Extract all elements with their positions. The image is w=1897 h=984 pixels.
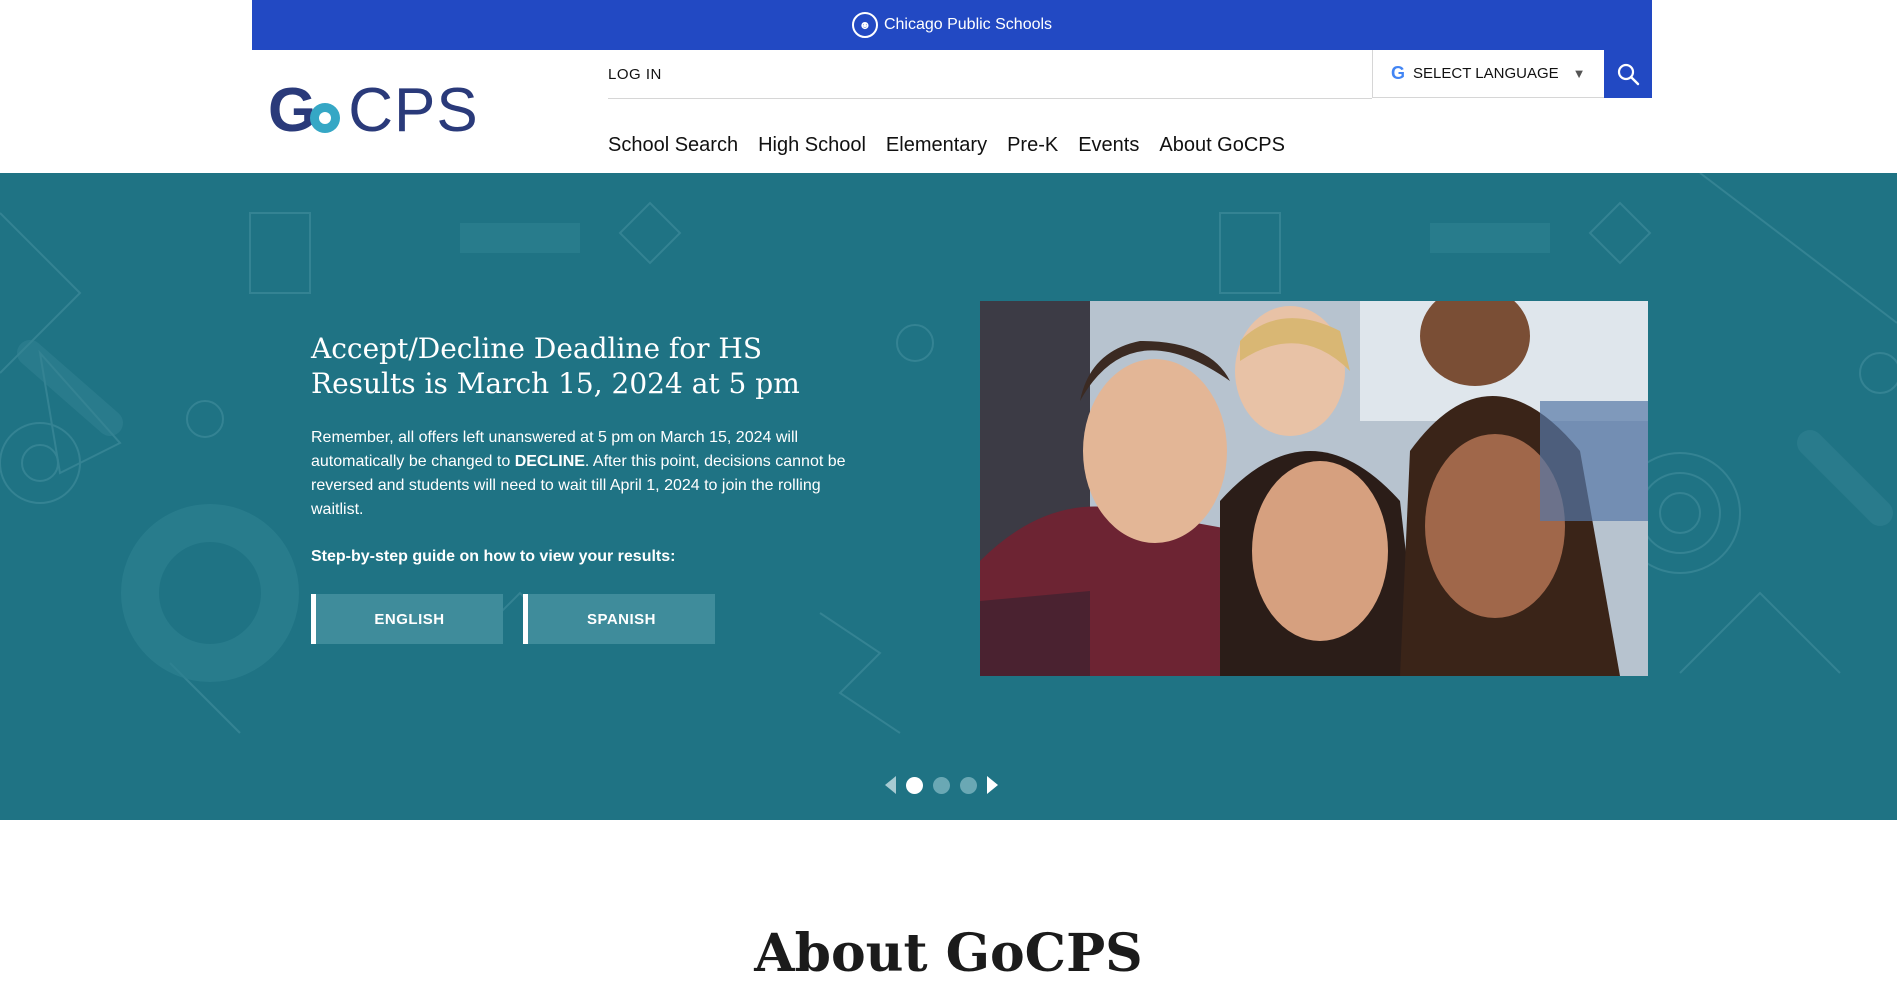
gocps-logo[interactable]: G CPS: [268, 80, 479, 142]
cps-family-icon: ☻: [851, 12, 878, 38]
logo-g: G: [268, 76, 317, 145]
english-guide-button[interactable]: ENGLISH: [311, 594, 503, 644]
main-nav: School Search High School Elementary Pre…: [608, 134, 1285, 157]
hero-body: Remember, all offers left unanswered at …: [311, 426, 871, 522]
language-label: SELECT LANGUAGE: [1413, 65, 1559, 82]
nav-about-gocps[interactable]: About GoCPS: [1159, 134, 1285, 157]
brand-text: Chicago Public Schools: [883, 16, 1053, 33]
spanish-guide-button[interactable]: SPANISH: [523, 594, 715, 644]
nav-high-school[interactable]: High School: [758, 134, 866, 157]
carousel-controls: [885, 776, 998, 794]
nav-pre-k[interactable]: Pre-K: [1007, 134, 1058, 157]
nav-school-search[interactable]: School Search: [608, 134, 738, 157]
google-icon: G: [1391, 63, 1406, 83]
header-divider: [608, 98, 1372, 99]
nav-elementary[interactable]: Elementary: [886, 134, 987, 157]
dropdown-caret-icon: ▼: [1572, 66, 1586, 81]
carousel-dot-1[interactable]: [906, 776, 923, 794]
search-button[interactable]: [1604, 50, 1652, 98]
carousel-next-icon[interactable]: [987, 776, 998, 794]
search-icon: [1617, 63, 1640, 86]
about-section-title: About GoCPS: [754, 923, 1143, 984]
logo-cps: CPS: [348, 76, 479, 145]
cps-brand[interactable]: ☻ Chicago Public Schools: [851, 12, 1053, 38]
hero-carousel: Accept/Decline Deadline for HS Results i…: [0, 173, 1897, 820]
carousel-prev-icon[interactable]: [885, 776, 896, 794]
site-header: G CPS LOG IN G SELECT LANGUAGE ▼ School …: [252, 50, 1652, 173]
hero-title: Accept/Decline Deadline for HS Results i…: [311, 332, 800, 400]
login-link[interactable]: LOG IN: [608, 66, 662, 83]
language-selector[interactable]: G SELECT LANGUAGE ▼: [1372, 50, 1604, 98]
hero-guide-text: Step-by-step guide on how to view your r…: [311, 548, 676, 565]
top-brand-bar: ☻ Chicago Public Schools: [252, 0, 1652, 50]
logo-o-icon: [310, 103, 341, 133]
students-photo: [980, 301, 1648, 676]
carousel-dot-2[interactable]: [933, 776, 950, 794]
nav-events[interactable]: Events: [1078, 134, 1139, 157]
carousel-dot-3[interactable]: [960, 776, 977, 794]
hero-body-bold: DECLINE: [514, 453, 585, 470]
